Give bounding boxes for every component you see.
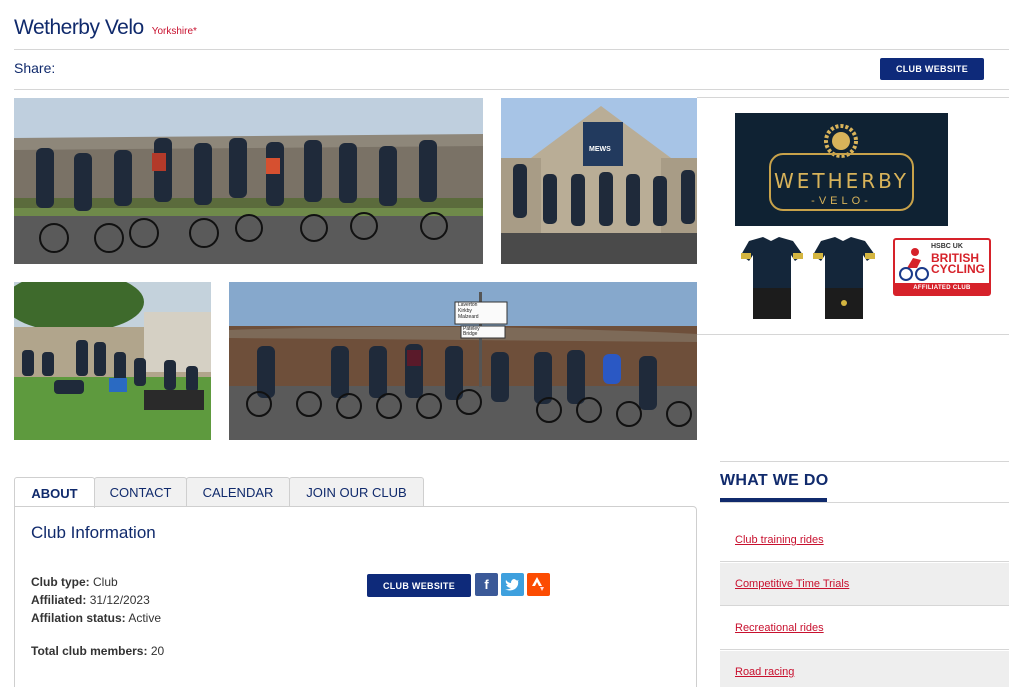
divider [697, 334, 1009, 335]
cyclist-icon [899, 248, 929, 281]
status-row: Affilation status: Active [31, 611, 161, 625]
divider [720, 461, 1009, 462]
divider [14, 49, 1009, 50]
club-photo-cafe: MEWS [501, 98, 697, 264]
members-label: Total club members: [31, 644, 148, 658]
logo-subtitle: -VELO- [811, 194, 872, 207]
tab-about[interactable]: ABOUT [14, 477, 95, 508]
members-value: 20 [150, 644, 165, 658]
club-region: Yorkshire* [151, 26, 197, 37]
club-type-row: Club type: Club [31, 575, 118, 589]
hsbc-label: HSBC UK [931, 243, 963, 250]
affiliated-club-label: AFFILIATED CLUB [895, 283, 989, 294]
club-photo-signpost: Laverton Kirkby Malzeard Pateley Bridge [229, 282, 697, 440]
affiliated-value: 31/12/2023 [89, 593, 150, 607]
tab-join-our-club[interactable]: JOIN OUR CLUB [289, 477, 424, 507]
affiliated-label: Affiliated: [31, 593, 87, 607]
list-item: Club training rides [720, 519, 1009, 562]
signpost-malzeard: Malzeard [458, 314, 479, 320]
club-website-button-panel[interactable]: CLUB WEBSITE [367, 574, 471, 597]
club-photo-garden [14, 282, 211, 440]
list-item: Recreational rides [720, 607, 1009, 650]
divider [14, 89, 1009, 90]
signpost-bridge: Bridge [463, 331, 478, 337]
divider [720, 502, 1009, 503]
club-type-value: Club [93, 575, 118, 589]
activity-link[interactable]: Recreational rides [735, 622, 824, 634]
wetherby-velo-logo: WETHERBY -VELO- [735, 113, 948, 226]
affiliated-row: Affiliated: 31/12/2023 [31, 593, 150, 607]
status-label: Affilation status: [31, 611, 126, 625]
list-item: Competitive Time Trials [720, 563, 1009, 606]
twitter-icon[interactable] [501, 573, 524, 596]
activity-link[interactable]: Club training rides [735, 534, 824, 546]
tab-bar: ABOUT CONTACT CALENDAR JOIN OUR CLUB [14, 477, 424, 508]
members-row: Total club members: 20 [31, 644, 164, 658]
tab-calendar[interactable]: CALENDAR [186, 477, 290, 507]
activity-link[interactable]: Road racing [735, 666, 794, 678]
club-type-label: Club type: [31, 575, 90, 589]
club-photo-moor-wall [14, 98, 483, 264]
facebook-icon[interactable]: f [475, 573, 498, 596]
status-value: Active [128, 611, 162, 625]
about-panel: Club Information Club type: Club Affilia… [14, 506, 697, 687]
cafe-sign: MEWS [589, 146, 611, 153]
divider [697, 97, 1009, 98]
british-cycling-title: BRITISH CYCLING [931, 251, 985, 276]
british-cycling-logo: HSBC UK BRITISH CYCLING AFFILIATED CLUB [893, 238, 991, 296]
activity-link[interactable]: Competitive Time Trials [735, 578, 849, 590]
page-header: Wetherby Velo Yorkshire* [14, 16, 197, 40]
club-name: Wetherby Velo [14, 16, 144, 39]
panel-title: Club Information [31, 523, 156, 542]
what-we-do-title: WHAT WE DO [720, 472, 829, 489]
share-label: Share: [14, 60, 56, 76]
jersey-image [735, 233, 880, 325]
logo-wordmark: WETHERBY [773, 168, 910, 193]
list-item: Road racing [720, 651, 1009, 687]
strava-icon[interactable] [527, 573, 550, 596]
club-website-button[interactable]: CLUB WEBSITE [880, 58, 984, 80]
tab-contact[interactable]: CONTACT [94, 477, 187, 507]
